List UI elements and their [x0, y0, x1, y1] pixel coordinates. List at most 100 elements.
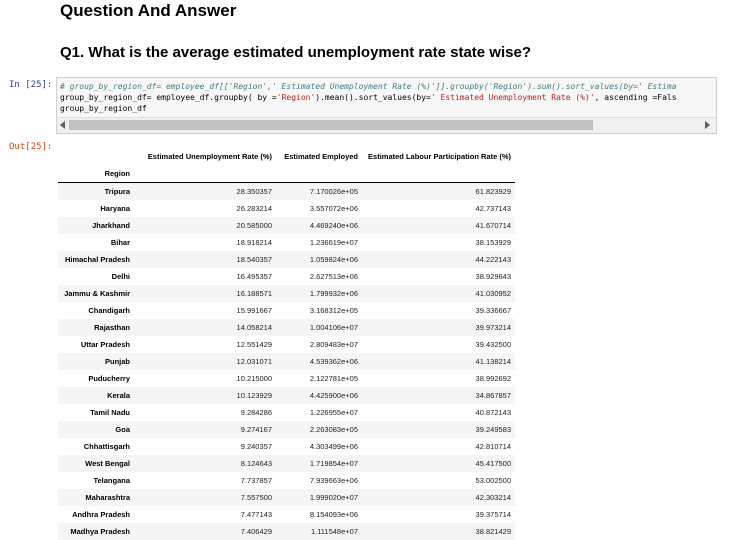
- employed-cell: 8.154093e+06: [309, 509, 358, 519]
- labour-participation-cell: 38.929643: [475, 271, 511, 281]
- unemployment-rate-cell: 20.585000: [236, 220, 272, 230]
- code-comment-line: # group_by_region_df= employee_df[['Regi…: [60, 82, 677, 91]
- row-index: Maharashtra: [85, 492, 130, 502]
- row-index: Himachal Pradesh: [64, 254, 130, 264]
- row-index: Punjab: [104, 356, 130, 366]
- unemployment-rate-cell: 12.031071: [236, 356, 272, 366]
- table-row: Puducherry 10.215000 2.122781e+05 38.992692: [58, 370, 515, 387]
- employed-cell: 1.059824e+06: [309, 254, 358, 264]
- input-prompt: In [25]:: [9, 80, 53, 90]
- employed-cell: 1.226955e+07: [309, 407, 358, 417]
- table-header-row: Estimated Unemployment Rate (%) Estimate…: [58, 148, 515, 165]
- labour-participation-cell: 34.867857: [475, 390, 511, 400]
- employed-cell: 2.263083e+05: [309, 424, 358, 434]
- unemployment-rate-cell: 9.284286: [240, 407, 272, 417]
- scroll-left-icon[interactable]: [60, 121, 65, 129]
- index-name: Region: [58, 165, 134, 183]
- labour-participation-cell: 44.222143: [475, 254, 511, 264]
- row-index: Jammu & Kashmir: [64, 288, 130, 298]
- table-row: West Bengal 8.124643 1.719854e+07 45.417500: [58, 454, 515, 472]
- unemployment-rate-cell: 18.918214: [236, 237, 272, 247]
- code-text: , ascending =Fals: [594, 93, 677, 102]
- employed-cell: 7.939663e+06: [309, 475, 358, 485]
- unemployment-rate-cell: 10.123929: [236, 390, 272, 400]
- row-index: Delhi: [111, 271, 130, 281]
- column-header: Estimated Unemployment Rate (%): [147, 152, 272, 161]
- unemployment-rate-cell: 28.350357: [236, 186, 272, 196]
- labour-participation-cell: 41.030952: [475, 288, 511, 298]
- labour-participation-cell: 41.138214: [475, 356, 511, 366]
- table-row: Telangana 7.737857 7.939663e+06 53.002500: [58, 472, 515, 489]
- employed-cell: 4.303499e+06: [309, 441, 358, 451]
- employed-cell: 1.719854e+07: [309, 458, 358, 468]
- dataframe-table: Estimated Unemployment Rate (%) Estimate…: [58, 148, 515, 540]
- table-row: Chhattisgarh 9.240357 4.303499e+06 42.81071…: [58, 438, 515, 455]
- row-index: Tamil Nadu: [90, 407, 130, 417]
- table-row: Kerala 10.123929 4.425900e+06 34.867857: [58, 386, 515, 404]
- employed-cell: 4.425900e+06: [309, 390, 358, 400]
- row-index: Chandigarh: [88, 305, 130, 315]
- column-header: Estimated Employed: [284, 152, 358, 161]
- scroll-right-icon[interactable]: [705, 121, 710, 129]
- table-row: Haryana 26.283214 3.557072e+06 42.737143: [58, 200, 515, 217]
- table-row: Jharkhand 20.585000 4.469240e+06 41.670714: [58, 216, 515, 234]
- unemployment-rate-cell: 7.737857: [240, 475, 272, 485]
- index-corner: [58, 148, 134, 165]
- code-text: group_by_region_df= employee_df.groupby(…: [60, 93, 277, 102]
- employed-cell: 1.799932e+06: [309, 288, 358, 298]
- code-string: 'Region': [276, 93, 316, 102]
- labour-participation-cell: 45.417500: [475, 458, 511, 468]
- row-index: Jharkhand: [92, 220, 130, 230]
- labour-participation-cell: 39.973214: [475, 322, 511, 332]
- table-row: Goa 9.274167 2.263083e+05 39.249583: [58, 420, 515, 438]
- unemployment-rate-cell: 26.283214: [236, 203, 272, 213]
- unemployment-rate-cell: 7.557500: [240, 492, 272, 502]
- row-index: Kerala: [107, 390, 130, 400]
- table-row: Uttar Pradesh 12.551429 2.809483e+07 39.432…: [58, 336, 515, 353]
- unemployment-rate-cell: 12.551429: [236, 339, 272, 349]
- labour-participation-cell: 41.670714: [475, 220, 511, 230]
- unemployment-rate-cell: 9.274167: [240, 424, 272, 434]
- labour-participation-cell: 39.432500: [475, 339, 511, 349]
- code-string: ' Estimated Unemployment Rate (%)': [430, 93, 595, 102]
- employed-cell: 1.236619e+07: [309, 237, 358, 247]
- employed-cell: 4.539362e+06: [309, 356, 358, 366]
- unemployment-rate-cell: 7.477143: [240, 509, 272, 519]
- labour-participation-cell: 42.810714: [475, 441, 511, 451]
- labour-participation-cell: 40.872143: [475, 407, 511, 417]
- row-index: Rajasthan: [94, 322, 130, 332]
- employed-cell: 1.999020e+07: [309, 492, 358, 502]
- row-index: Haryana: [100, 203, 130, 213]
- table-row: Chandigarh 15.991667 3.168312e+05 39.336667: [58, 302, 515, 319]
- row-index: West Bengal: [85, 458, 130, 468]
- labour-participation-cell: 42.303214: [475, 492, 511, 502]
- code-editor[interactable]: # group_by_region_df= employee_df[['Regi…: [60, 81, 677, 114]
- row-index: Andhra Pradesh: [72, 509, 130, 519]
- row-index: Goa: [115, 424, 130, 434]
- horizontal-scrollbar[interactable]: [57, 117, 716, 133]
- unemployment-rate-cell: 16.188571: [236, 288, 272, 298]
- table-row: Jammu & Kashmir 16.188571 1.799932e+06 41.0…: [58, 284, 515, 302]
- code-text: ).mean().sort_values(by=: [315, 93, 431, 102]
- row-index: Uttar Pradesh: [80, 339, 130, 349]
- unemployment-rate-cell: 9.240357: [240, 441, 272, 451]
- employed-cell: 1.004106e+07: [309, 322, 358, 332]
- labour-participation-cell: 39.249583: [475, 424, 511, 434]
- table-row: Andhra Pradesh 7.477143 8.154093e+06 39.375…: [58, 506, 515, 523]
- unemployment-rate-cell: 7.406429: [240, 526, 272, 536]
- scrollbar-thumb[interactable]: [69, 120, 593, 130]
- employed-cell: 7.170026e+05: [309, 186, 358, 196]
- employed-cell: 3.557072e+06: [309, 203, 358, 213]
- employed-cell: 3.168312e+05: [309, 305, 358, 315]
- unemployment-rate-cell: 15.991667: [236, 305, 272, 315]
- labour-participation-cell: 53.002500: [475, 475, 511, 485]
- code-cell[interactable]: # group_by_region_df= employee_df[['Regi…: [56, 77, 717, 134]
- code-text: group_by_region_df: [60, 104, 147, 113]
- question-heading: Q1. What is the average estimated unempl…: [60, 44, 531, 61]
- table-row: Delhi 16.495357 2.627513e+06 38.929643: [58, 268, 515, 285]
- labour-participation-cell: 39.336667: [475, 305, 511, 315]
- unemployment-rate-cell: 16.495357: [236, 271, 272, 281]
- labour-participation-cell: 38.153929: [475, 237, 511, 247]
- table-row: Rajasthan 14.058214 1.004106e+07 39.973214: [58, 318, 515, 336]
- table-row: Tamil Nadu 9.284286 1.226955e+07 40.872143: [58, 404, 515, 421]
